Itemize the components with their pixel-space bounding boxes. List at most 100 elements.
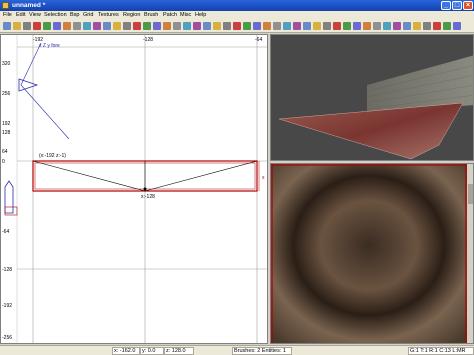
- maximize-button[interactable]: □: [452, 1, 462, 10]
- status-grid-info: G:1 T:1 R:1 C:13 L:MR: [410, 348, 466, 354]
- menu-patch[interactable]: Patch: [163, 12, 177, 18]
- brush-bottom-label: x:-128: [141, 194, 155, 200]
- toolbar-button[interactable]: [13, 22, 21, 30]
- ruler-left-label: -192: [2, 303, 12, 309]
- toolbar-button[interactable]: [213, 22, 221, 30]
- toolbar-button[interactable]: [253, 22, 261, 30]
- camera-canvas[interactable]: [271, 35, 474, 161]
- toolbar-button[interactable]: [443, 22, 451, 30]
- ruler-left-label: 320: [2, 61, 11, 67]
- menu-view[interactable]: View: [29, 12, 41, 18]
- grid-view-xz[interactable]: -192 -128 -64 320 256 192 128 64 0 -64 -…: [0, 34, 268, 344]
- toolbar-button[interactable]: [133, 22, 141, 30]
- toolbar-button[interactable]: [273, 22, 281, 30]
- menu-edit[interactable]: Edit: [16, 12, 25, 18]
- toolbar-button[interactable]: [33, 22, 41, 30]
- toolbar-button[interactable]: [63, 22, 71, 30]
- menu-grid[interactable]: Grid: [83, 12, 93, 18]
- ruler-left-label: -256: [2, 335, 12, 341]
- ruler-left-label: 192: [2, 121, 11, 127]
- ruler-left-label: -64: [2, 229, 9, 235]
- menu-textures[interactable]: Textures: [98, 12, 119, 18]
- toolbar-button[interactable]: [263, 22, 271, 30]
- toolbar-button[interactable]: [23, 22, 31, 30]
- toolbar-button[interactable]: [143, 22, 151, 30]
- toolbar-button[interactable]: [123, 22, 131, 30]
- texture-thumbnail[interactable]: [271, 164, 467, 344]
- toolbar-button[interactable]: [103, 22, 111, 30]
- status-bar: x: -162.0 y: 0.0 z: 128.0 Brushes: 2 Ent…: [0, 345, 474, 355]
- toolbar-button[interactable]: [363, 22, 371, 30]
- toolbar-button[interactable]: [323, 22, 331, 30]
- menu-selection[interactable]: Selection: [44, 12, 67, 18]
- toolbar-button[interactable]: [453, 22, 461, 30]
- camera-view-line: [20, 42, 42, 86]
- toolbar-button[interactable]: [203, 22, 211, 30]
- toolbar-button[interactable]: [353, 22, 361, 30]
- toolbar-button[interactable]: [43, 22, 51, 30]
- toolbar-button[interactable]: [193, 22, 201, 30]
- toolbar-button[interactable]: [153, 22, 161, 30]
- toolbar-button[interactable]: [173, 22, 181, 30]
- scrollbar-thumb[interactable]: [468, 184, 474, 204]
- camera-3d-view[interactable]: [270, 34, 474, 161]
- toolbar-button[interactable]: [183, 22, 191, 30]
- status-x: x: -162.0: [114, 348, 136, 354]
- app-icon: [2, 2, 9, 9]
- menu-file[interactable]: File: [3, 12, 12, 18]
- toolbar-button[interactable]: [293, 22, 301, 30]
- title-bar[interactable]: unnamed * _ □ ×: [0, 0, 474, 11]
- editor-window: unnamed * _ □ × File Edit View Selection…: [0, 0, 474, 355]
- toolbar-button[interactable]: [413, 22, 421, 30]
- toolbar-button[interactable]: [303, 22, 311, 30]
- menu-help[interactable]: Help: [195, 12, 206, 18]
- toolbar-button[interactable]: [243, 22, 251, 30]
- toolbar-button[interactable]: [223, 22, 231, 30]
- toolbar-button[interactable]: [383, 22, 391, 30]
- toolbar-button[interactable]: [403, 22, 411, 30]
- toolbar-button[interactable]: [423, 22, 431, 30]
- status-brush-count: Brushes: 2 Entities: 1: [234, 348, 286, 354]
- toolbar-button[interactable]: [393, 22, 401, 30]
- ruler-left-label: 0: [2, 159, 5, 165]
- texture-canvas[interactable]: [271, 164, 474, 344]
- view-label: x Z y fore: [39, 43, 60, 49]
- menu-misc[interactable]: Misc: [180, 12, 191, 18]
- menu-brush[interactable]: Brush: [144, 12, 158, 18]
- menu-bar: File Edit View Selection Bsp Grid Textur…: [0, 11, 474, 20]
- status-z: z: 128.0: [166, 348, 186, 354]
- close-button[interactable]: ×: [463, 1, 473, 10]
- toolbar-button[interactable]: [93, 22, 101, 30]
- toolbar-button[interactable]: [113, 22, 121, 30]
- toolbar: [0, 20, 474, 33]
- toolbar-button[interactable]: [373, 22, 381, 30]
- texture-browser[interactable]: [270, 163, 474, 344]
- patch-control-point[interactable]: [143, 187, 147, 191]
- window-title: unnamed *: [12, 2, 46, 9]
- toolbar-button[interactable]: [3, 22, 11, 30]
- patch-edge: [32, 160, 146, 192]
- grid-canvas[interactable]: -192 -128 -64 320 256 192 128 64 0 -64 -…: [1, 35, 268, 344]
- toolbar-button[interactable]: [343, 22, 351, 30]
- menu-region[interactable]: Region: [123, 12, 140, 18]
- patch-edge: [144, 160, 258, 192]
- toolbar-button[interactable]: [163, 22, 171, 30]
- size-label: x: [262, 175, 265, 181]
- camera-icon[interactable]: [18, 78, 39, 92]
- ruler-top-label: -128: [143, 37, 153, 43]
- ruler-top-label: -64: [255, 37, 262, 43]
- toolbar-button[interactable]: [283, 22, 291, 30]
- toolbar-button[interactable]: [83, 22, 91, 30]
- camera-view-line: [20, 84, 70, 140]
- toolbar-button[interactable]: [313, 22, 321, 30]
- toolbar-button[interactable]: [53, 22, 61, 30]
- brush-coord-label: (x:-192 z:-1): [39, 153, 66, 159]
- toolbar-button[interactable]: [73, 22, 81, 30]
- menu-bsp[interactable]: Bsp: [70, 12, 79, 18]
- toolbar-button[interactable]: [233, 22, 241, 30]
- toolbar-button[interactable]: [333, 22, 341, 30]
- ruler-left-label: 256: [2, 91, 11, 97]
- ruler-left-label: 128: [2, 130, 11, 136]
- toolbar-button[interactable]: [433, 22, 441, 30]
- minimize-button[interactable]: _: [441, 1, 451, 10]
